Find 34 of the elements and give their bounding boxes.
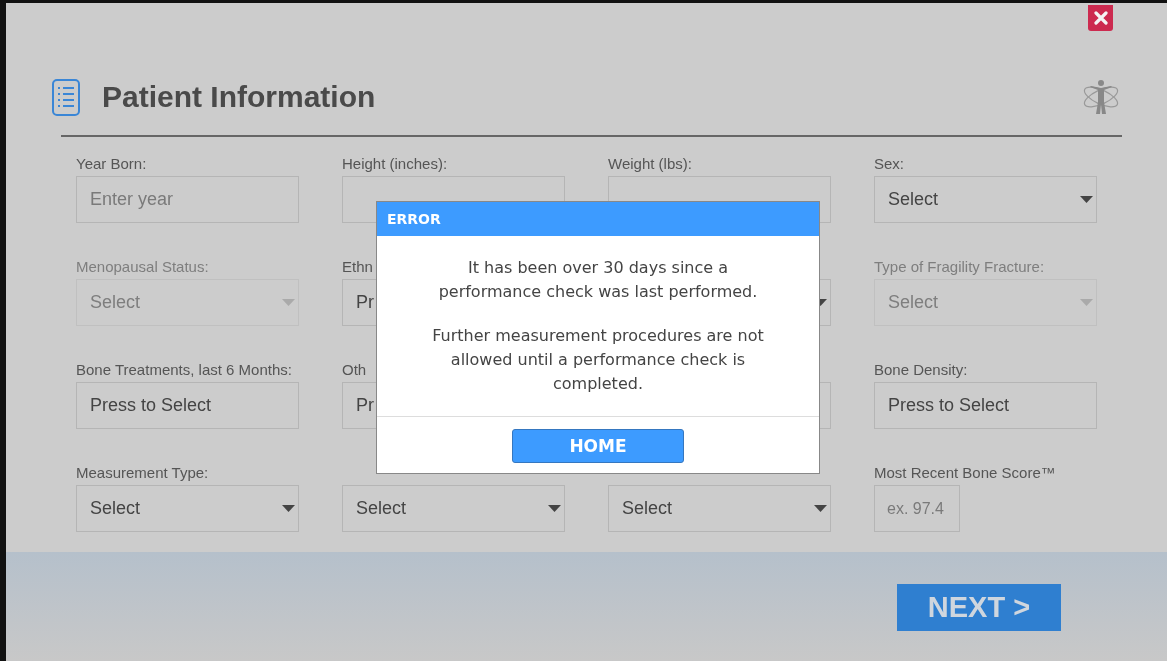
field-label: Height (inches): bbox=[342, 154, 448, 174]
caret-icon bbox=[1080, 196, 1093, 203]
caret-icon bbox=[282, 299, 295, 306]
dropdown[interactable]: Select bbox=[608, 485, 831, 532]
caret-icon bbox=[1080, 299, 1093, 306]
close-button[interactable] bbox=[1088, 5, 1113, 31]
person-orbit-icon bbox=[1081, 78, 1121, 116]
picker-field[interactable]: Press to Select bbox=[874, 382, 1097, 429]
caret-icon bbox=[282, 505, 295, 512]
field-label: Bone Treatments, last 6 Months: bbox=[76, 360, 292, 380]
picker-field[interactable]: Press to Select bbox=[76, 382, 299, 429]
field-label: Weight (lbs): bbox=[608, 154, 692, 174]
error-message: It has been over 30 days since a performance check was last performed. bbox=[437, 257, 759, 303]
field-label: Sex: bbox=[874, 154, 904, 174]
field-label: Bone Density: bbox=[874, 360, 968, 380]
dialog-title: ERROR bbox=[377, 202, 819, 236]
caret-icon bbox=[548, 505, 561, 512]
field-label: Menopausal Status: bbox=[76, 257, 209, 277]
field-label: Year Born: bbox=[76, 154, 147, 174]
field-label: Oth bbox=[342, 360, 367, 380]
list-icon bbox=[52, 78, 80, 116]
field-label: Measurement Type: bbox=[76, 463, 209, 483]
dropdown[interactable]: Select bbox=[874, 176, 1097, 223]
number-field[interactable]: ex. 97.4 bbox=[874, 485, 960, 532]
field-label: Ethn bbox=[342, 257, 373, 277]
field-label: Type of Fragility Fracture: bbox=[874, 257, 1045, 277]
input-field[interactable]: Enter year bbox=[76, 176, 299, 223]
close-icon bbox=[1093, 11, 1108, 25]
caret-icon bbox=[814, 505, 827, 512]
dropdown[interactable]: Select bbox=[342, 485, 565, 532]
field-label: Most Recent Bone Score™ bbox=[874, 463, 1056, 483]
dropdown[interactable]: Select bbox=[76, 485, 299, 532]
error-message: Further measurement procedures are not allowed until a performance check is completed. bbox=[431, 325, 765, 395]
page-title: Patient Information bbox=[102, 80, 377, 114]
